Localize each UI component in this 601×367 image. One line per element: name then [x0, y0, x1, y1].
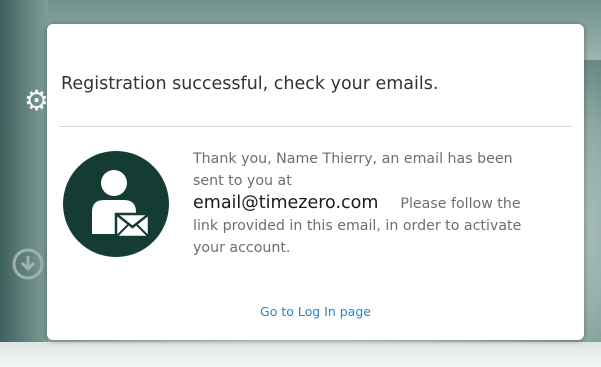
- dialog-title: Registration successful, check your emai…: [61, 74, 439, 94]
- background-left-strip: [0, 0, 48, 367]
- message-intro: Thank you, Name Thierry, an email has be…: [193, 151, 513, 189]
- email-address: email@timezero.com: [193, 193, 379, 213]
- app-background: ⚙ Registration successful, check your em…: [0, 0, 601, 367]
- background-bottom-strip: [0, 342, 601, 367]
- title-divider: [59, 126, 572, 127]
- registration-success-dialog: Registration successful, check your emai…: [47, 24, 584, 340]
- confirmation-message: Thank you, Name Thierry, an email has be…: [193, 148, 523, 259]
- user-with-envelope-icon: [62, 150, 170, 258]
- go-to-login-link[interactable]: Go to Log In page: [47, 304, 584, 319]
- download-circle-icon: [12, 248, 44, 280]
